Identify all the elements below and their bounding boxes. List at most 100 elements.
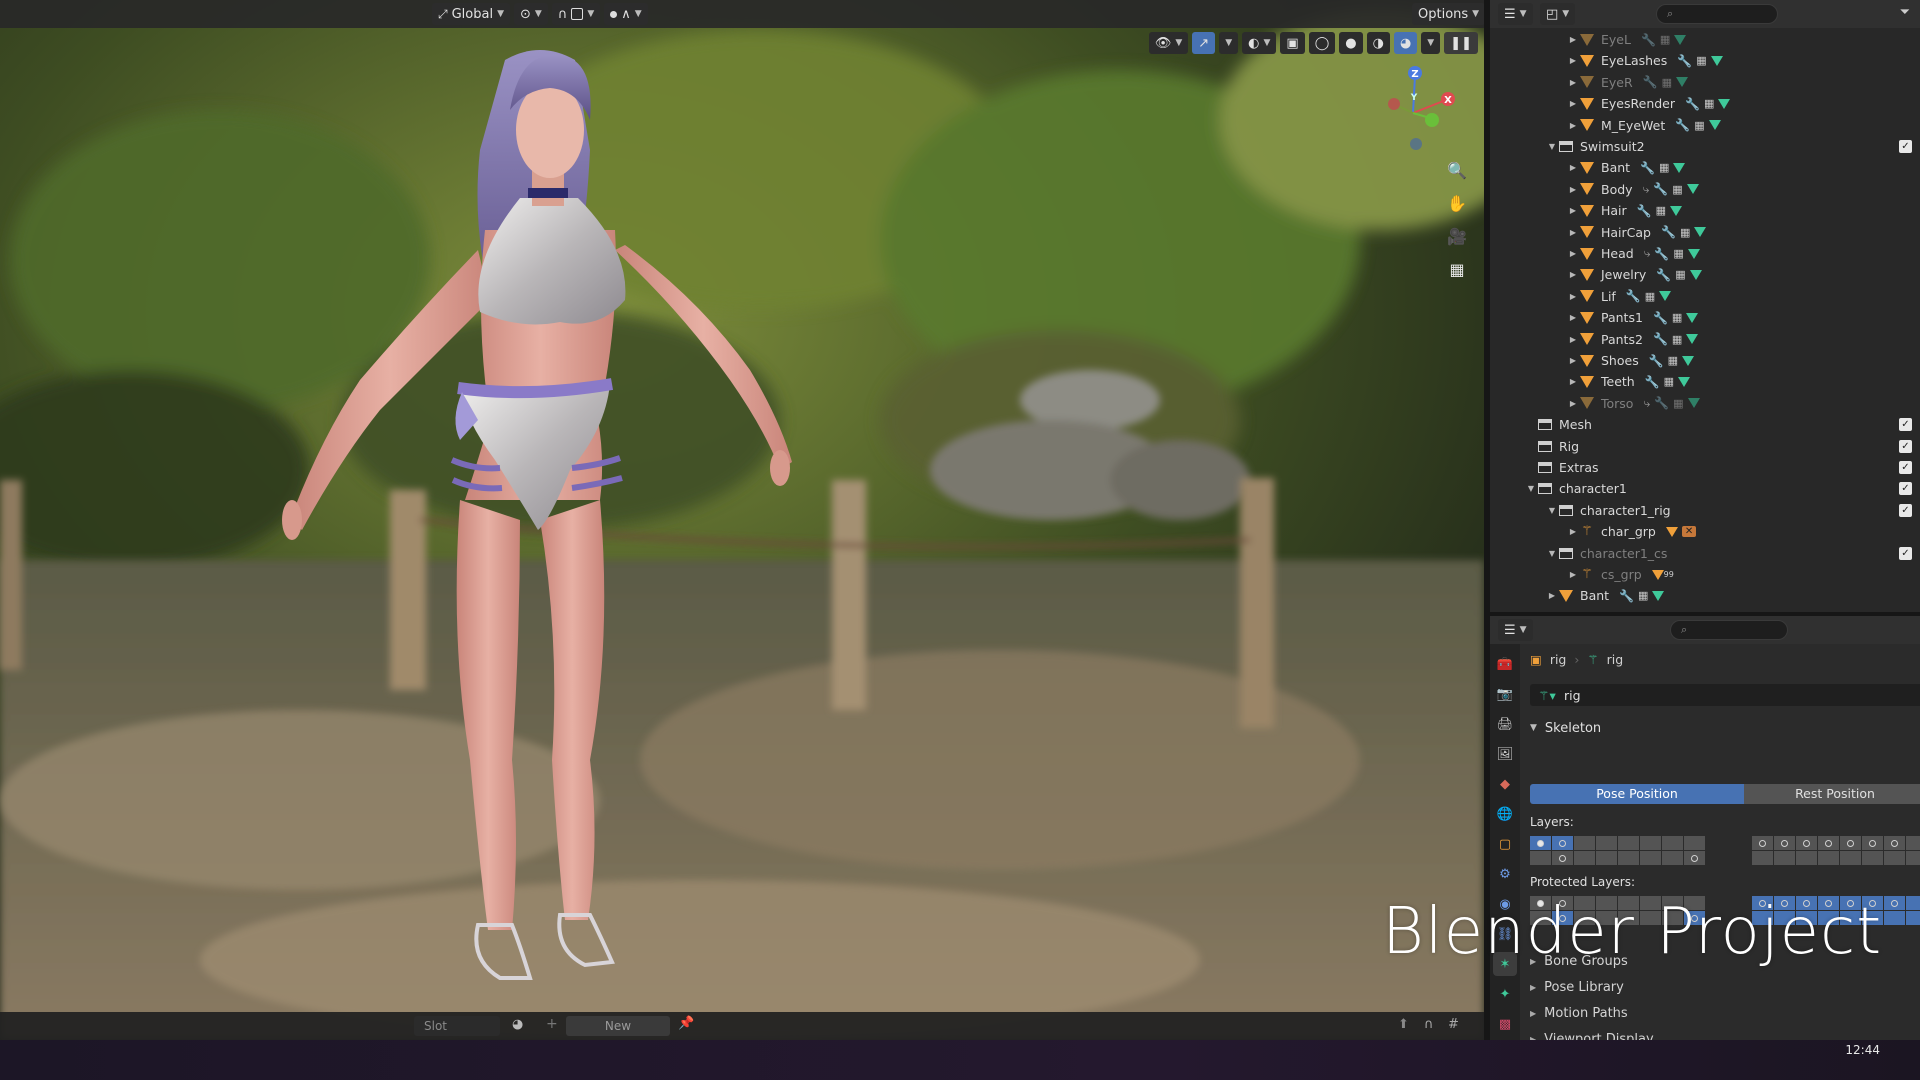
pin-icon[interactable]: 📌	[678, 1016, 694, 1031]
overlays-toggle[interactable]: ◐ ▼	[1242, 32, 1277, 54]
outliner-item[interactable]: ▶ HairCap 🔧 ▦	[1490, 222, 1920, 243]
render-tab-icon[interactable]: 📷	[1493, 682, 1517, 706]
mesh-data-icon[interactable]	[1659, 291, 1672, 302]
modifier-wrench-icon[interactable]: 🔧	[1653, 311, 1668, 325]
grid-icon[interactable]: #	[1448, 1017, 1459, 1032]
chevron-right-icon[interactable]: ▶	[1567, 78, 1579, 87]
outliner-item[interactable]: Mesh ✓	[1490, 414, 1920, 435]
camera-view-icon[interactable]: 🎥	[1444, 224, 1470, 248]
outliner-search-input[interactable]: ⌕	[1656, 4, 1778, 24]
mesh-data-icon[interactable]	[1718, 98, 1731, 109]
vertex-groups-icon[interactable]: ▦	[1656, 204, 1666, 217]
vertex-groups-icon[interactable]: ▦	[1638, 589, 1648, 602]
shading-solid[interactable]: ●	[1339, 32, 1363, 54]
material-slot-dropdown[interactable]: Slot	[414, 1016, 500, 1036]
exclude-checkbox[interactable]: ✓	[1899, 461, 1912, 474]
outliner-item[interactable]: ▶ Bant 🔧 ▦	[1490, 585, 1920, 606]
vertex-groups-icon[interactable]: ▦	[1680, 226, 1690, 239]
mesh-data-icon[interactable]	[1682, 355, 1695, 366]
layer-toggle[interactable]	[1796, 836, 1817, 850]
layer-toggle[interactable]	[1774, 851, 1795, 865]
outliner-item[interactable]: ▶ ⚚ cs_grp 99	[1490, 564, 1920, 585]
layer-toggle[interactable]	[1574, 836, 1595, 850]
outliner-item[interactable]: ▶ Hair 🔧 ▦	[1490, 200, 1920, 221]
modifier-wrench-icon[interactable]: 🔧	[1643, 75, 1658, 89]
chevron-right-icon[interactable]: ▶	[1567, 377, 1579, 386]
modifier-wrench-icon[interactable]: 🔧	[1653, 182, 1668, 196]
layer-toggle[interactable]	[1530, 851, 1551, 865]
layer-toggle[interactable]	[1596, 851, 1617, 865]
layer-toggle[interactable]	[1884, 851, 1905, 865]
exclude-checkbox[interactable]: ✓	[1899, 418, 1912, 432]
rest-position-button[interactable]: Rest Position	[1744, 784, 1920, 804]
pose-position-button[interactable]: Pose Position	[1530, 784, 1744, 804]
modifier-wrench-icon[interactable]: 🔧	[1661, 225, 1676, 239]
modifier-wrench-icon[interactable]: 🔧	[1649, 354, 1664, 368]
vertex-groups-icon[interactable]: ▦	[1694, 119, 1704, 132]
options-dropdown[interactable]: Options ▼	[1412, 3, 1484, 25]
gizmo-toggle[interactable]: ↗	[1192, 32, 1216, 54]
pan-hand-icon[interactable]: ✋	[1444, 191, 1470, 215]
outliner-item[interactable]: ▶ Pants1 🔧 ▦	[1490, 307, 1920, 328]
modifier-wrench-icon[interactable]: 🔧	[1641, 33, 1656, 47]
sphere-icon[interactable]: ◕	[512, 1017, 523, 1032]
layer-toggle[interactable]	[1596, 836, 1617, 850]
chevron-right-icon[interactable]: ▶	[1567, 56, 1579, 65]
vertex-groups-icon[interactable]: ▦	[1664, 375, 1674, 388]
proportional-edit-toggle[interactable]: ∧ ▼	[604, 3, 648, 25]
layer-toggle[interactable]	[1818, 836, 1839, 850]
layer-toggle[interactable]	[1884, 896, 1905, 910]
chevron-right-icon[interactable]: ▶	[1567, 163, 1579, 172]
plus-icon[interactable]: +	[546, 1016, 558, 1032]
layer-toggle[interactable]	[1906, 911, 1920, 925]
navigation-gizmo[interactable]: Z X Y	[1358, 58, 1468, 168]
modifier-wrench-icon[interactable]: 🔧	[1685, 97, 1700, 111]
scene-tab-icon[interactable]: ◆	[1493, 772, 1517, 796]
exclude-checkbox[interactable]: ✓	[1899, 482, 1912, 496]
layer-toggle[interactable]	[1796, 851, 1817, 865]
outliner-item[interactable]: Rig ✓	[1490, 436, 1920, 457]
exclude-checkbox[interactable]: ✓	[1899, 439, 1912, 453]
texture-tab-icon[interactable]: ▩	[1493, 1012, 1517, 1036]
editor-type-dropdown[interactable]: ☰ ▼	[1498, 3, 1533, 25]
mesh-data-icon[interactable]	[1676, 77, 1689, 88]
chevron-down-icon[interactable]: ▼	[1546, 142, 1558, 151]
modifier-wrench-icon[interactable]: 🔧	[1654, 247, 1669, 261]
vertex-groups-icon[interactable]: ▦	[1662, 76, 1672, 89]
layer-toggle[interactable]	[1552, 836, 1573, 850]
outliner-item[interactable]: ▶ Bant 🔧 ▦	[1490, 157, 1920, 178]
exclude-checkbox[interactable]: ✓	[1899, 503, 1912, 517]
chevron-right-icon[interactable]: ▶	[1567, 228, 1579, 237]
layers-grid-right[interactable]	[1752, 836, 1920, 865]
filter-icon[interactable]: ⏷	[1900, 5, 1910, 20]
display-mode-dropdown[interactable]: ◰ ▼	[1540, 3, 1576, 25]
outliner-item[interactable]: ▶ Pants2 🔧 ▦	[1490, 329, 1920, 350]
perspective-grid-icon[interactable]: ▦	[1444, 257, 1470, 281]
layer-toggle[interactable]	[1840, 851, 1861, 865]
xray-toggle[interactable]: ▣	[1280, 32, 1305, 54]
layer-toggle[interactable]	[1640, 836, 1661, 850]
modifier-wrench-icon[interactable]: 🔧	[1654, 396, 1669, 410]
mesh-data-icon[interactable]	[1689, 269, 1702, 280]
chevron-right-icon[interactable]: ▶	[1567, 356, 1579, 365]
chevron-right-icon[interactable]: ▶	[1567, 206, 1579, 215]
vertex-groups-icon[interactable]: ▦	[1672, 183, 1682, 196]
output-tab-icon[interactable]: 🖨	[1493, 712, 1517, 736]
chevron-right-icon[interactable]: ▶	[1567, 121, 1579, 130]
modifier-wrench-icon[interactable]: 🔧	[1677, 54, 1692, 68]
chevron-right-icon[interactable]: ▶	[1567, 270, 1579, 279]
armature-data-icon[interactable]	[1651, 569, 1664, 580]
mesh-data-icon[interactable]	[1674, 34, 1687, 45]
layer-toggle[interactable]	[1752, 851, 1773, 865]
vertex-groups-icon[interactable]: ▦	[1696, 54, 1706, 67]
snap-icon[interactable]: ∩	[1424, 1017, 1434, 1032]
outliner-item[interactable]: ▶ Torso ⤷ 🔧 ▦	[1490, 393, 1920, 414]
layer-toggle[interactable]	[1774, 836, 1795, 850]
outliner-item[interactable]: ▶ Head ⤷ 🔧 ▦	[1490, 243, 1920, 264]
vertex-groups-icon[interactable]: ▦	[1660, 33, 1670, 46]
layer-toggle[interactable]	[1752, 836, 1773, 850]
layer-toggle[interactable]	[1552, 851, 1573, 865]
layer-toggle[interactable]	[1818, 851, 1839, 865]
vertex-groups-icon[interactable]: ▦	[1672, 333, 1682, 346]
layer-toggle[interactable]	[1618, 851, 1639, 865]
